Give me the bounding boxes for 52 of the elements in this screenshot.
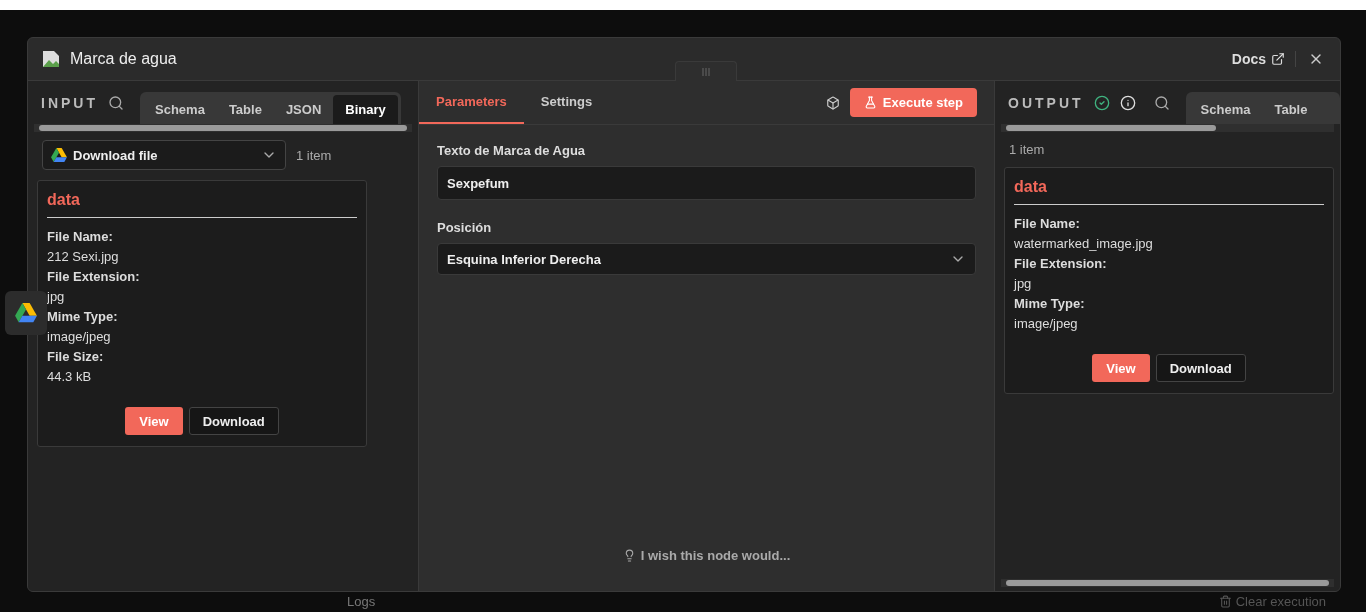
field-value: watermarked_image.jpg <box>1014 235 1154 253</box>
field-label: File Extension: <box>1014 255 1108 273</box>
cube-icon[interactable] <box>825 95 840 110</box>
text-field[interactable]: Sexpefum <box>437 166 976 200</box>
field-label: File Extension: <box>47 268 141 286</box>
modal-title: Marca de agua <box>70 50 178 68</box>
panel-tab[interactable]: Settings <box>523 81 610 124</box>
item-count: 1 item <box>1009 142 1045 157</box>
parameter-label: Texto de Marca de Agua <box>437 143 587 158</box>
parameter-label: Posición <box>437 220 493 235</box>
drive-icon <box>15 303 37 323</box>
external-link-icon <box>1271 52 1285 66</box>
field-label: File Name: <box>1014 215 1081 233</box>
view-tab[interactable]: JSON <box>273 95 334 124</box>
download-button[interactable]: Download <box>188 407 279 435</box>
info-icon[interactable] <box>1119 94 1136 111</box>
download-button[interactable]: Download <box>1155 354 1246 382</box>
panel-tab[interactable]: Parameters <box>419 81 524 124</box>
select-field[interactable]: Esquina Inferior Derecha <box>437 243 976 275</box>
view-tab[interactable]: Table <box>216 95 274 124</box>
drag-handle[interactable] <box>675 61 737 81</box>
card-title: data <box>47 191 357 218</box>
item-count: 1 item <box>296 147 332 163</box>
field-label: Mime Type: <box>47 308 119 326</box>
field-value: image/jpeg <box>1014 315 1079 333</box>
drive-node[interactable] <box>5 291 47 335</box>
view-tab[interactable]: Schema <box>143 95 217 124</box>
field-label: Mime Type: <box>1014 295 1086 313</box>
field-value: 44.3 kB <box>47 368 93 386</box>
input-heading: INPUT <box>41 94 98 111</box>
search-icon[interactable] <box>1153 94 1170 111</box>
image-icon <box>42 50 60 68</box>
output-heading: OUTPUT <box>1008 94 1084 111</box>
field-value: 212 Sexi.jpg <box>47 248 120 266</box>
search-icon[interactable] <box>108 94 124 111</box>
field-value: jpg <box>47 288 66 306</box>
docs-link[interactable]: Docs <box>1231 51 1296 67</box>
field-label: File Name: <box>47 228 114 246</box>
logs-label[interactable]: Logs <box>347 593 376 609</box>
feedback-link[interactable]: I wish this node would... <box>622 548 791 563</box>
node-select[interactable]: Download file <box>42 140 286 170</box>
view-tab[interactable]: Binary <box>333 95 398 124</box>
drive-icon <box>51 148 67 162</box>
view-tab[interactable]: Table <box>1262 95 1320 124</box>
check-icon <box>1093 94 1110 111</box>
card-title: data <box>1014 178 1324 205</box>
view-tab[interactable]: Schema <box>1188 95 1263 124</box>
trash-icon <box>1218 594 1232 608</box>
flask-icon <box>863 96 877 109</box>
field-value: jpg <box>1014 275 1033 293</box>
field-label: File Size: <box>47 348 105 366</box>
field-value: image/jpeg <box>47 328 112 346</box>
